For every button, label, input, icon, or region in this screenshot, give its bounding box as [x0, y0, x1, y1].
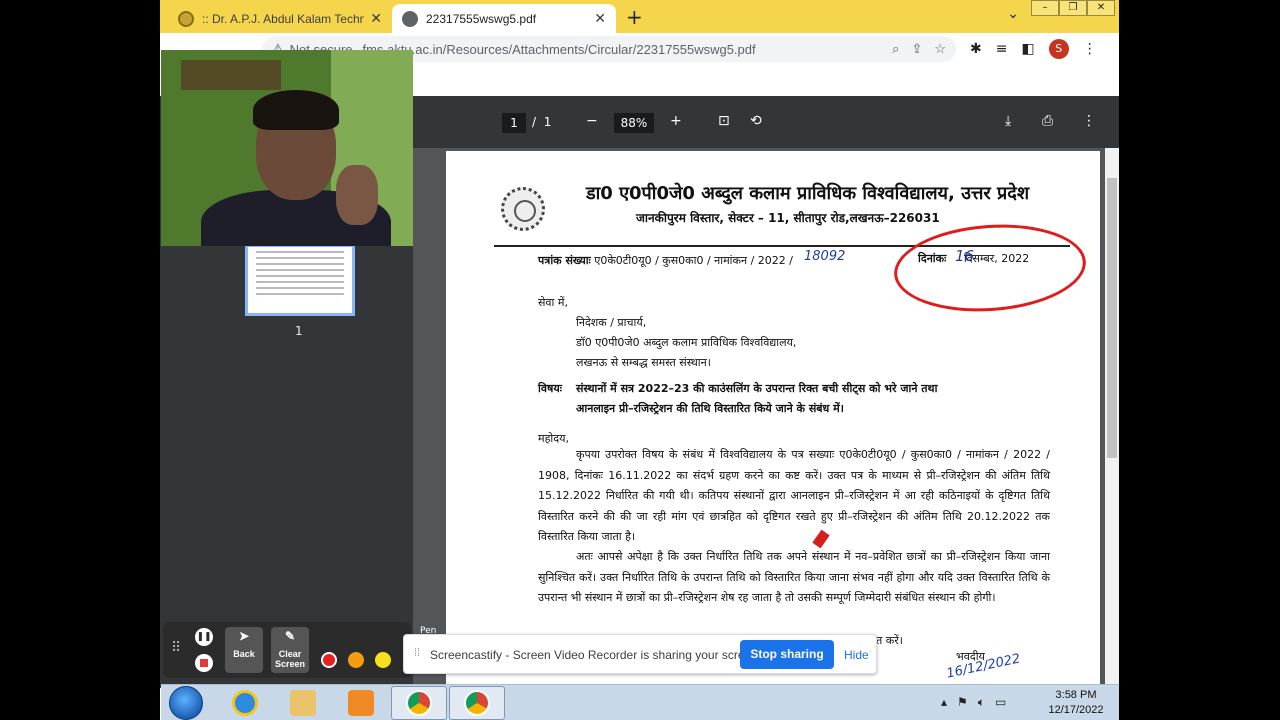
speaker-icon[interactable]: 🔈︎ — [978, 695, 985, 710]
tab-title: 22317555wswg5.pdf — [426, 11, 537, 26]
windows-taskbar: ▴ ⚑ 🔈︎ ▭ 3:58 PM 12/17/2022 — [161, 684, 1119, 720]
hide-button[interactable]: Hide — [844, 648, 869, 662]
subject-label: विषयः — [538, 382, 562, 395]
side-panel-icon[interactable]: ◧ — [1021, 41, 1034, 57]
minimize-button[interactable]: – — [1031, 0, 1059, 16]
new-tab-button[interactable]: + — [626, 5, 643, 29]
cursor-icon: ➤ — [238, 629, 250, 643]
chrome-profile-taskbar-icon[interactable] — [449, 686, 505, 720]
body-paragraph-2: अतः आपसे अपेक्षा है कि उक्त निर्धारित ति… — [538, 550, 1050, 604]
to-label: सेवा में, — [538, 296, 568, 309]
scrollbar-thumb[interactable] — [1107, 178, 1117, 458]
pdf-scrollbar[interactable] — [1105, 148, 1119, 688]
url-text[interactable]: fms.aktu.ac.in/Resources/Attachments/Cir… — [363, 42, 756, 57]
university-emblem-icon — [501, 187, 545, 231]
back-button[interactable]: ➤ Back — [225, 627, 263, 673]
university-name: डा0 ए0पी0जे0 अब्दुल कलाम प्राविधिक विश्व… — [586, 183, 1030, 204]
stop-record-button[interactable] — [195, 654, 213, 672]
screen-sharing-banner: ⁞⁞ Screencastify - Screen Video Recorder… — [403, 634, 877, 674]
color-yellow-swatch[interactable] — [375, 652, 391, 668]
pause-button[interactable]: ❚❚ — [195, 628, 213, 646]
print-icon[interactable]: ⎙ — [1042, 113, 1053, 129]
subject-line: आनलाइन प्री–रजिस्ट्रेशन की तिथि विस्तारि… — [576, 402, 844, 415]
clock-time: 3:58 PM — [1055, 689, 1097, 701]
chrome-taskbar-icon[interactable] — [391, 686, 447, 720]
close-icon[interactable]: ✕ — [370, 10, 382, 27]
tab-aktu-home[interactable]: :: Dr. A.P.J. Abdul Kalam Technica ✕ — [168, 4, 392, 33]
webcam-overlay — [161, 50, 413, 246]
system-tray: ▴ ⚑ 🔈︎ ▭ — [941, 695, 1006, 710]
chevron-up-icon[interactable]: ▴ — [941, 695, 947, 710]
profile-avatar[interactable]: S — [1048, 39, 1069, 59]
page-thumbnail[interactable] — [245, 244, 355, 316]
reference-number: पत्रांक संख्याः ए0के0टी0यू0 / कुस0का0 / … — [538, 254, 793, 267]
pdf-page: डा0 ए0पी0जे0 अब्दुल कलाम प्राविधिक विश्व… — [446, 151, 1100, 691]
media-player-icon[interactable] — [333, 686, 389, 720]
globe-icon — [402, 10, 418, 27]
clear-screen-button[interactable]: ✎ Clear Screen — [271, 627, 309, 673]
extensions-icon[interactable]: ✱ — [970, 41, 982, 57]
menu-icon[interactable]: ⋮ — [1083, 41, 1097, 57]
aktu-favicon-icon — [178, 10, 194, 27]
start-button[interactable] — [169, 686, 203, 720]
handwritten-reference: 18092 — [804, 249, 846, 264]
color-orange-swatch[interactable] — [348, 652, 364, 668]
zoom-input[interactable]: 88% — [614, 113, 654, 133]
drag-handle-icon[interactable]: ⁞⁞ — [414, 647, 420, 659]
drag-handle-icon[interactable]: ⠿ — [171, 640, 181, 656]
taskbar-clock[interactable]: 3:58 PM 12/17/2022 — [1041, 688, 1111, 718]
maximize-button[interactable]: ❐ — [1059, 0, 1087, 16]
salutation: महोदय, — [538, 432, 569, 445]
star-icon[interactable]: ☆ — [934, 41, 946, 57]
recipient-line: लखनऊ से सम्बद्ध समस्त संस्थान। — [576, 356, 711, 369]
stop-sharing-button[interactable]: Stop sharing — [740, 640, 834, 669]
rotate-icon[interactable]: ⟲ — [750, 113, 762, 129]
flag-icon[interactable]: ⚑ — [957, 695, 968, 710]
more-options-icon[interactable]: ⋮ — [1082, 113, 1096, 129]
network-icon[interactable]: ▭ — [995, 695, 1006, 710]
screencastify-toolbar: ⠿ ❚❚ ➤ Back ✎ Clear Screen — [163, 622, 411, 678]
pdf-document-area[interactable]: डा0 ए0पी0जे0 अब्दुल कलाम प्राविधिक विश्व… — [413, 148, 1119, 691]
red-annotation-circle — [891, 218, 1089, 318]
browser-tab-strip: :: Dr. A.P.J. Abdul Kalam Technica ✕ 223… — [160, 0, 1119, 33]
recipient-line: डॉ0 ए0पी0जे0 अब्दुल कलाम प्राविधिक विश्व… — [576, 336, 797, 349]
close-window-button[interactable]: ✕ — [1087, 0, 1115, 16]
body-paragraph-1: कृपया उपरोक्त विषय के संबंध में विश्वविद… — [538, 448, 1050, 543]
clock-date: 12/17/2022 — [1048, 704, 1104, 716]
color-red-swatch[interactable] — [321, 652, 337, 668]
page-count: / 1 — [532, 115, 552, 129]
download-icon[interactable]: ⤓ — [1005, 113, 1011, 129]
zoom-out-icon[interactable]: − — [586, 113, 598, 129]
chevron-down-icon[interactable]: ⌄ — [1007, 6, 1019, 22]
tab-pdf[interactable]: 22317555wswg5.pdf ✕ — [392, 4, 616, 33]
recipient-line: निदेशक / प्राचार्य, — [576, 316, 647, 329]
share-icon[interactable]: ⇪ — [911, 41, 922, 57]
media-icon[interactable]: ≡ — [996, 41, 1008, 57]
fit-page-icon[interactable]: ⊡ — [718, 113, 730, 129]
university-address: जानकीपुरम विस्तार, सेक्टर – 11, सीतापुर … — [636, 211, 940, 225]
eraser-icon: ✎ — [284, 629, 296, 643]
window-controls: – ❐ ✕ — [1031, 0, 1115, 16]
zoom-icon[interactable]: ⌕ — [892, 41, 899, 57]
thumbnail-page-number: 1 — [295, 324, 303, 338]
sharing-message: Screencastify - Screen Video Recorder is… — [430, 648, 762, 662]
zoom-in-icon[interactable]: + — [670, 113, 682, 129]
internet-explorer-icon[interactable] — [217, 686, 273, 720]
close-icon[interactable]: ✕ — [594, 10, 606, 27]
tab-title: :: Dr. A.P.J. Abdul Kalam Technica — [202, 11, 365, 26]
page-number-input[interactable]: 1 — [502, 113, 526, 133]
file-explorer-icon[interactable] — [275, 686, 331, 720]
subject-line: संस्थानों में सत्र 2022–23 की काउंसलिंग … — [576, 382, 938, 395]
body-paragraph-3-tail: त करें। — [876, 634, 903, 647]
